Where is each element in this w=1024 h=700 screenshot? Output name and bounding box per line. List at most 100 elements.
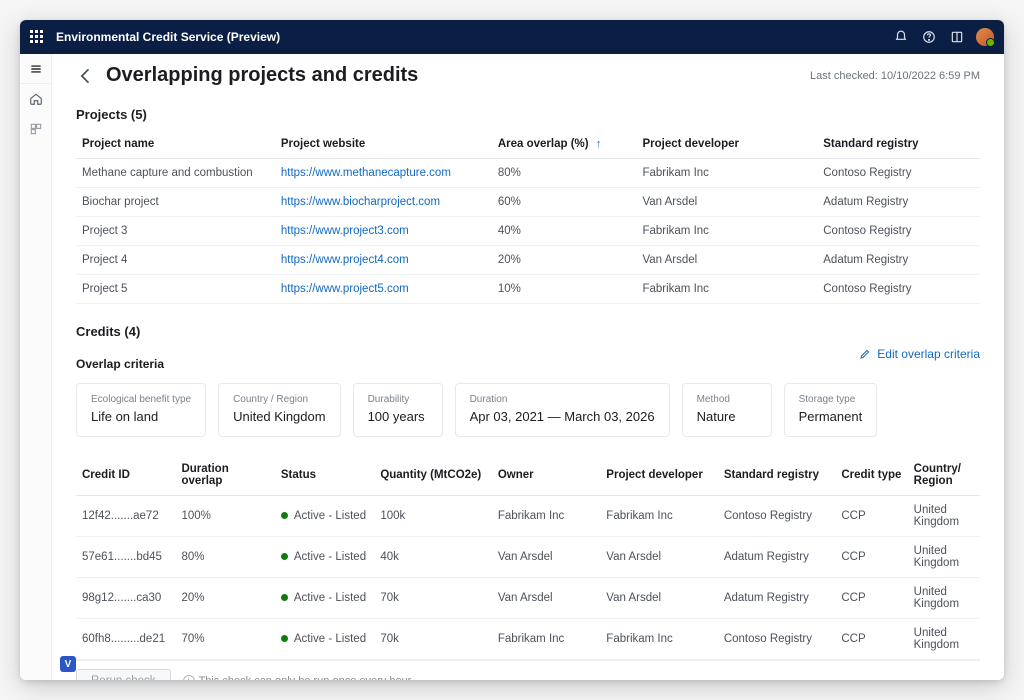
project-website-link[interactable]: https://www.biocharproject.com <box>281 196 440 208</box>
cell-area-overlap: 80% <box>492 159 637 188</box>
criteria-card: Durability100 years <box>353 383 443 437</box>
edit-overlap-criteria-button[interactable]: Edit overlap criteria <box>859 347 980 361</box>
cell-project-website: https://www.project4.com <box>275 246 492 275</box>
cell-standard-registry: Contoso Registry <box>817 159 980 188</box>
table-row[interactable]: Project 3https://www.project3.com40%Fabr… <box>76 217 980 246</box>
col-status[interactable]: Status <box>275 455 374 496</box>
cell-credit-type: CCP <box>835 619 907 660</box>
table-row[interactable]: 60fh8.........de2170%Active - Listed70kF… <box>76 619 980 660</box>
main-content: Overlapping projects and credits Last ch… <box>52 54 1004 680</box>
table-row[interactable]: 12f42.......ae72100%Active - Listed100kF… <box>76 496 980 537</box>
cell-project-developer: Fabrikam Inc <box>636 159 817 188</box>
col-country[interactable]: Country/ Region <box>908 455 980 496</box>
cell-owner: Fabrikam Inc <box>492 496 600 537</box>
user-avatar[interactable] <box>976 28 994 46</box>
last-checked-label: Last checked: 10/10/2022 6:59 PM <box>810 70 980 82</box>
cell-quantity: 70k <box>374 619 492 660</box>
cell-status: Active - Listed <box>275 619 374 660</box>
project-website-link[interactable]: https://www.project5.com <box>281 283 409 295</box>
app-launcher-icon[interactable] <box>30 30 44 44</box>
table-row[interactable]: Biochar project https://www.biocharprojec… <box>76 188 980 217</box>
cell-owner: Van Arsdel <box>492 578 600 619</box>
cell-credit-developer: Fabrikam Inc <box>600 496 718 537</box>
cell-credit-type: CCP <box>835 537 907 578</box>
cell-credit-id: 57e61.......bd45 <box>76 537 175 578</box>
cell-project-name: Project 3 <box>76 217 275 246</box>
table-row[interactable]: Project 4https://www.project4.com20%Van … <box>76 246 980 275</box>
criteria-label: Method <box>697 394 757 405</box>
rerun-check-button[interactable]: Rerun check <box>76 669 171 680</box>
col-credit-developer[interactable]: Project developer <box>600 455 718 496</box>
projects-table: Project name Project website Area overla… <box>76 130 980 304</box>
back-button[interactable] <box>76 66 96 86</box>
col-credit-type[interactable]: Credit type <box>835 455 907 496</box>
credits-header-row: Credit ID Duration overlap Status Quanti… <box>76 455 980 496</box>
cell-area-overlap: 40% <box>492 217 637 246</box>
col-area-overlap[interactable]: Area overlap (%) ↑ <box>492 130 637 159</box>
overlap-criteria-label: Overlap criteria <box>76 357 164 371</box>
credits-nav-icon[interactable] <box>20 114 52 144</box>
col-project-name[interactable]: Project name <box>76 130 275 159</box>
cell-credit-registry: Contoso Registry <box>718 619 836 660</box>
criteria-value: Permanent <box>799 409 863 424</box>
col-quantity[interactable]: Quantity (MtCO2e) <box>374 455 492 496</box>
cell-duration-overlap: 70% <box>175 619 274 660</box>
left-nav-rail <box>20 54 52 680</box>
cell-status: Active - Listed <box>275 537 374 578</box>
col-owner[interactable]: Owner <box>492 455 600 496</box>
cell-project-developer: Fabrikam Inc <box>636 275 817 304</box>
criteria-value: Nature <box>697 409 757 424</box>
cell-credit-registry: Adatum Registry <box>718 537 836 578</box>
cell-standard-registry: Contoso Registry <box>817 275 980 304</box>
cell-credit-id: 98g12.......ca30 <box>76 578 175 619</box>
notifications-icon[interactable] <box>888 24 914 50</box>
col-duration-overlap[interactable]: Duration overlap <box>175 455 274 496</box>
footer-info-text: This check can only be run once every ho… <box>199 675 412 680</box>
cell-owner: Fabrikam Inc <box>492 619 600 660</box>
cell-status: Active - Listed <box>275 496 374 537</box>
nav-toggle-icon[interactable] <box>20 54 52 84</box>
cell-area-overlap: 20% <box>492 246 637 275</box>
home-icon[interactable] <box>20 84 52 114</box>
criteria-value: Apr 03, 2021 — March 03, 2026 <box>470 409 655 424</box>
table-row[interactable]: 57e61.......bd4580%Active - Listed40kVan… <box>76 537 980 578</box>
cell-project-website: https://www.biocharproject.com <box>275 188 492 217</box>
cell-credit-registry: Adatum Registry <box>718 578 836 619</box>
project-website-link[interactable]: https://www.project4.com <box>281 254 409 266</box>
cell-credit-id: 60fh8.........de21 <box>76 619 175 660</box>
project-website-link[interactable]: https://www.methanecapture.com <box>281 167 451 179</box>
cell-credit-developer: Van Arsdel <box>600 578 718 619</box>
table-row[interactable]: Project 5https://www.project5.com10%Fabr… <box>76 275 980 304</box>
cell-country: United Kingdom <box>908 496 980 537</box>
col-credit-id[interactable]: Credit ID <box>76 455 175 496</box>
cell-credit-registry: Contoso Registry <box>718 496 836 537</box>
col-project-website[interactable]: Project website <box>275 130 492 159</box>
title-bar: Environmental Credit Service (Preview) <box>20 20 1004 54</box>
settings-panel-icon[interactable] <box>944 24 970 50</box>
app-window: Environmental Credit Service (Preview) <box>20 20 1004 680</box>
criteria-card: Storage type Permanent <box>784 383 878 437</box>
col-project-developer[interactable]: Project developer <box>636 130 817 159</box>
cell-project-name: Biochar project <box>76 188 275 217</box>
criteria-card: Method Nature <box>682 383 772 437</box>
table-row[interactable]: 98g12.......ca3020%Active - Listed70kVan… <box>76 578 980 619</box>
cell-owner: Van Arsdel <box>492 537 600 578</box>
table-row[interactable]: Methane capture and combustionhttps://ww… <box>76 159 980 188</box>
cell-country: United Kingdom <box>908 537 980 578</box>
criteria-value: United Kingdom <box>233 409 326 424</box>
cell-area-overlap: 60% <box>492 188 637 217</box>
col-standard-registry[interactable]: Standard registry <box>817 130 980 159</box>
cell-quantity: 70k <box>374 578 492 619</box>
cell-project-website: https://www.project5.com <box>275 275 492 304</box>
cell-project-name: Project 5 <box>76 275 275 304</box>
cell-country: United Kingdom <box>908 619 980 660</box>
criteria-value: Life on land <box>91 409 191 424</box>
project-website-link[interactable]: https://www.project3.com <box>281 225 409 237</box>
col-credit-registry[interactable]: Standard registry <box>718 455 836 496</box>
cell-duration-overlap: 20% <box>175 578 274 619</box>
help-icon[interactable] <box>916 24 942 50</box>
page-title: Overlapping projects and credits <box>106 64 810 87</box>
criteria-label: Storage type <box>799 394 863 405</box>
cell-standard-registry: Adatum Registry <box>817 188 980 217</box>
version-badge[interactable]: V <box>60 656 76 672</box>
